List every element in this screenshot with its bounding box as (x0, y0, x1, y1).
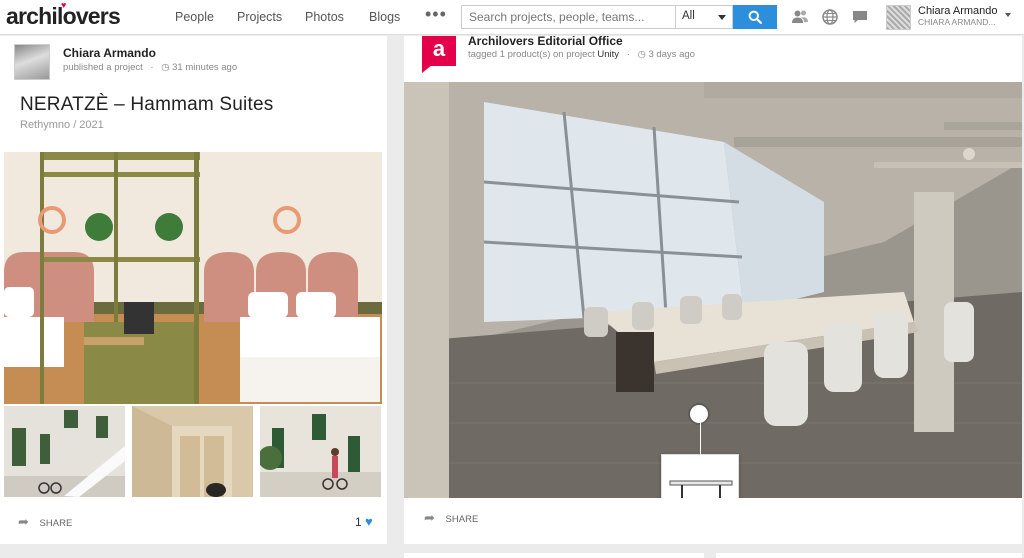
project-main-photo[interactable]: mara (404, 82, 1022, 498)
search-filter-value: All (682, 10, 695, 22)
post-meta: published a project · ◷ 31 minutes ago (63, 62, 238, 73)
feed-card-project: Chiara Armando published a project · ◷ 3… (0, 36, 387, 544)
courtyard-garden-image (260, 406, 381, 497)
poster-name[interactable]: Chiara Armando (63, 46, 156, 60)
heart-icon: ♥ (61, 0, 66, 10)
archilovers-logo[interactable]: archilovers ♥ (6, 0, 121, 30)
next-card-edge (404, 553, 704, 558)
nav-photos[interactable]: Photos (305, 10, 344, 24)
poster-avatar[interactable] (14, 44, 50, 80)
post-action: published a project (63, 62, 143, 73)
project-main-photo[interactable] (4, 152, 382, 404)
search-input[interactable] (461, 5, 676, 29)
share-label: SHARE (39, 518, 73, 529)
archilovers-badge-icon[interactable]: a (422, 36, 456, 73)
like-button[interactable]: 1 ♥ (355, 514, 373, 529)
chat-icon[interactable] (851, 8, 869, 26)
nav-blogs[interactable]: Blogs (369, 10, 400, 24)
nav-projects[interactable]: Projects (237, 10, 282, 24)
hotel-room-image (4, 152, 382, 404)
project-thumb-3[interactable] (260, 406, 381, 497)
project-link[interactable]: Unity (597, 49, 619, 60)
project-title[interactable]: NERATZÈ – Hammam Suites (20, 94, 273, 116)
search-icon (748, 10, 762, 24)
share-label: SHARE (445, 514, 479, 525)
share-button[interactable]: ➦ SHARE (424, 510, 478, 526)
chevron-down-icon (718, 15, 726, 20)
post-time: 3 days ago (648, 49, 695, 60)
desk-product-icon (669, 480, 733, 498)
project-thumb-1[interactable] (4, 406, 125, 497)
product-hotspot-marker[interactable] (690, 405, 708, 423)
user-name[interactable]: Chiara Armando (918, 5, 998, 17)
conference-room-image (404, 82, 1022, 498)
interior-doors-image (132, 406, 253, 497)
post-meta: tagged 1 product(s) on project Unity · ◷… (468, 49, 695, 60)
product-tag-card[interactable]: mara (661, 454, 739, 498)
user-menu-caret-icon[interactable] (1005, 13, 1011, 17)
badge-tail (422, 65, 432, 73)
hotspot-connector (700, 423, 701, 455)
badge-letter: a (432, 36, 446, 61)
heart-icon: ♥ (365, 514, 373, 529)
like-count: 1 (355, 515, 362, 529)
nav-people[interactable]: People (175, 10, 214, 24)
post-action: tagged 1 product(s) on project (468, 49, 595, 60)
search-button[interactable] (733, 5, 777, 29)
post-time: 31 minutes ago (172, 62, 238, 73)
courtyard-stairs-image (4, 406, 125, 497)
user-subtitle: CHIARA ARMAND... (918, 17, 996, 27)
next-card-edge (716, 553, 1022, 558)
poster-name[interactable]: Archilovers Editorial Office (468, 34, 623, 48)
share-button[interactable]: ➦ SHARE (18, 514, 72, 530)
globe-icon[interactable] (821, 8, 839, 26)
clock-icon: ◷ (161, 62, 170, 73)
clock-icon: ◷ (637, 49, 646, 60)
share-arrow-icon: ➦ (424, 510, 435, 525)
more-menu-icon[interactable]: ••• (425, 4, 447, 25)
user-avatar[interactable] (886, 5, 911, 30)
top-navigation-bar: archilovers ♥ People Projects Photos Blo… (0, 0, 1024, 35)
share-arrow-icon: ➦ (18, 514, 29, 529)
feed-card-product-tag: a Archilovers Editorial Office tagged 1 … (404, 34, 1022, 544)
project-thumb-2[interactable] (132, 406, 253, 497)
search-filter-select[interactable]: All (676, 5, 733, 29)
project-location-year: Rethymno / 2021 (20, 119, 104, 131)
people-icon[interactable] (791, 8, 809, 26)
